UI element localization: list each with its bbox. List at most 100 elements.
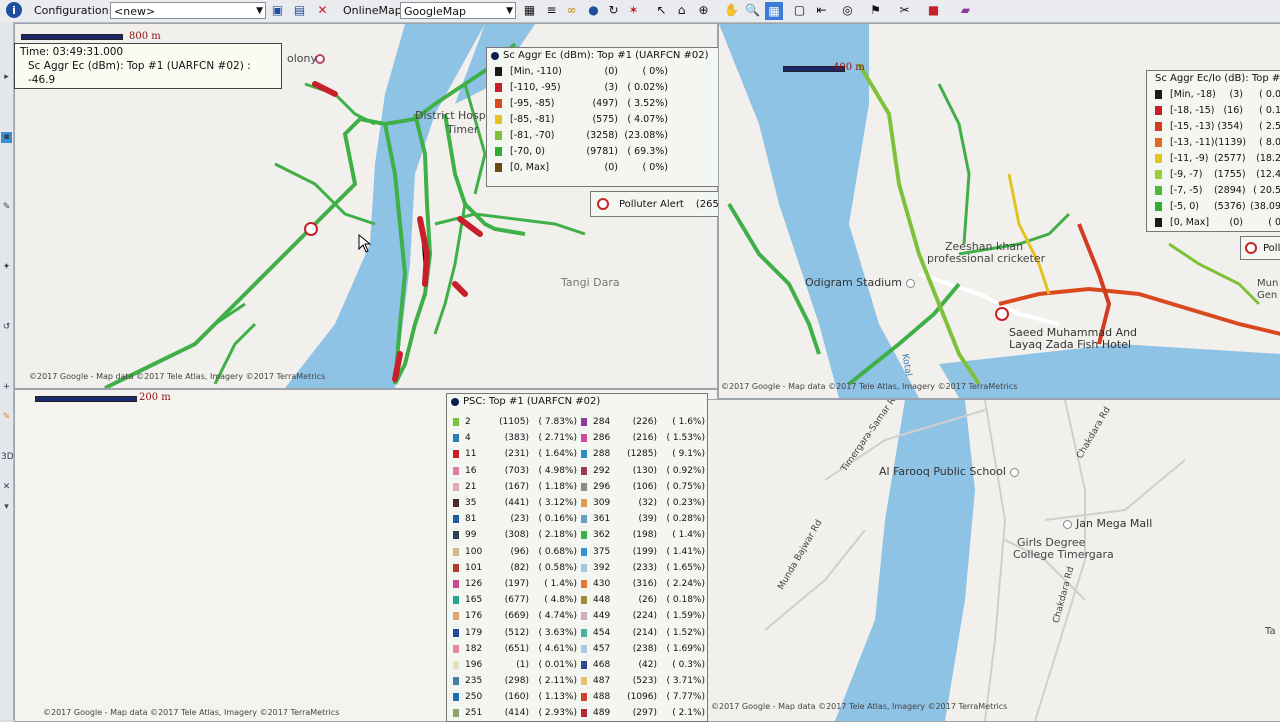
tool-icon[interactable]: ✦	[1, 262, 12, 273]
psc-row: 182(651)( 4.61%)	[453, 641, 577, 657]
legend-swatch	[453, 450, 459, 458]
globe-icon[interactable]: ●	[586, 3, 601, 18]
psc-percent: ( 1.18%)	[529, 482, 577, 492]
psc-value: 392	[593, 563, 621, 573]
psc-count: (238)	[621, 644, 657, 654]
psc-count: (39)	[621, 514, 657, 524]
refresh-icon[interactable]: ↻	[606, 3, 621, 18]
psc-count: (167)	[493, 482, 529, 492]
tools-icon[interactable]: ✂	[897, 3, 912, 18]
psc-row: 296(106)( 0.75%)	[581, 479, 705, 495]
legend-bullet-icon	[451, 398, 459, 406]
psc-count: (106)	[621, 482, 657, 492]
tool-icon[interactable]: ✎	[1, 202, 12, 213]
legend-row: [Min, -18)(3)( 0.0	[1147, 86, 1280, 102]
filter-icon[interactable]: ✶	[626, 3, 641, 18]
legend-header: Sc Aggr Ec/Io (dB): Top #1	[1147, 71, 1280, 86]
configuration-select[interactable]: <new> ▼	[110, 2, 266, 19]
measure-icon[interactable]: ◎	[840, 3, 855, 18]
legend-count: (575)	[568, 114, 618, 125]
pan-hand-icon[interactable]: ✋	[724, 3, 739, 18]
legend-psc[interactable]: PSC: Top #1 (UARFCN #02) 2(1105)( 7.83%)…	[446, 393, 708, 722]
psc-value: 182	[465, 644, 493, 654]
psc-row: 35(441)( 3.12%)	[453, 495, 577, 511]
onlinemap-select[interactable]: GoogleMap ▼	[400, 2, 516, 19]
psc-percent: ( 9.1%)	[657, 449, 705, 459]
legend-swatch	[1155, 106, 1162, 115]
psc-row: 176(669)( 4.74%)	[453, 608, 577, 624]
legend-swatch	[581, 645, 587, 653]
legend-swatch	[453, 434, 459, 442]
psc-percent: ( 2.11%)	[529, 676, 577, 686]
legend-count: (3)	[1217, 89, 1243, 100]
psc-percent: ( 4.98%)	[529, 466, 577, 476]
psc-count: (216)	[621, 433, 657, 443]
home-icon[interactable]: ⌂	[674, 3, 689, 18]
polluter-ring-icon	[597, 198, 609, 210]
legend-swatch	[1155, 170, 1162, 179]
legend-sc-aggr-ecio[interactable]: Sc Aggr Ec/Io (dB): Top #1 [Min, -18)(3)…	[1146, 70, 1280, 232]
legend-percent: ( 3.52%)	[618, 98, 668, 109]
info-icon[interactable]: i	[6, 2, 22, 18]
map-pane-bottom-right[interactable]: Al Farooq Public School Jan Mega Mall Gi…	[704, 399, 1280, 722]
legend-percent: (12.4	[1246, 169, 1280, 180]
tooltip-time: Time: 03:49:31.000	[20, 45, 276, 59]
psc-percent: ( 1.41%)	[657, 547, 705, 557]
book-icon[interactable]: ▰	[958, 3, 973, 18]
tool-icon[interactable]: ▸	[1, 72, 12, 83]
legend-swatch	[495, 131, 502, 140]
delete-icon[interactable]: ✕	[315, 3, 330, 18]
psc-value: 454	[593, 628, 621, 638]
tool-icon[interactable]: +	[1, 382, 12, 393]
polluter-alert-legend[interactable]: Poll	[1240, 236, 1280, 260]
legend-range: [-18, -15)	[1170, 105, 1217, 116]
tool-icon[interactable]: ▾	[1, 502, 12, 513]
legend-swatch	[495, 163, 502, 172]
psc-value: 11	[465, 449, 493, 459]
psc-percent: ( 2.1%)	[657, 708, 705, 718]
psc-count: (224)	[621, 611, 657, 621]
psc-row: 362(198)( 1.4%)	[581, 527, 705, 543]
legend-swatch	[453, 645, 459, 653]
save-as-icon[interactable]: ▤	[292, 3, 307, 18]
legend-sc-aggr-ec[interactable]: Sc Aggr Ec (dBm): Top #1 (UARFCN #02) [M…	[486, 47, 724, 187]
signal-icon[interactable]: ⚑	[868, 3, 883, 18]
tool-icon[interactable]: ↺	[1, 322, 12, 333]
polluter-alert-legend[interactable]: Polluter Alert (265)	[590, 191, 730, 217]
psc-percent: ( 3.71%)	[657, 676, 705, 686]
select-area-icon[interactable]: ▢	[792, 3, 807, 18]
psc-count: (512)	[493, 628, 529, 638]
link-icon[interactable]: ∞	[564, 3, 579, 18]
legend-swatch	[453, 677, 459, 685]
legend-range: [-7, -5)	[1170, 185, 1214, 196]
legend-range: [0, Max]	[1170, 217, 1217, 228]
legend-range: [-9, -7)	[1170, 169, 1214, 180]
toolbox-icon[interactable]: ■	[926, 3, 941, 18]
legend-count: (354)	[1217, 121, 1243, 132]
route-icon[interactable]: ⇤	[814, 3, 829, 18]
poi-icon	[1010, 468, 1019, 477]
legend-range: [-15, -13)	[1170, 121, 1217, 132]
psc-count: (32)	[621, 498, 657, 508]
map-layer-icon[interactable]: ▦	[522, 3, 537, 18]
layers-icon[interactable]: ≡	[544, 3, 559, 18]
save-icon[interactable]: ▣	[270, 3, 285, 18]
pointer-icon[interactable]: ↖	[654, 3, 669, 18]
psc-count: (414)	[493, 708, 529, 718]
psc-row: 292(130)( 0.92%)	[581, 463, 705, 479]
tool-icon[interactable]: ✎	[1, 412, 12, 423]
grid-icon[interactable]: ▦	[765, 2, 783, 20]
legend-range: [-81, -70)	[510, 130, 568, 141]
legend-count: (5376)	[1214, 201, 1246, 212]
psc-column-left: 2(1105)( 7.83%)4(383)( 2.71%)11(231)( 1.…	[453, 414, 577, 722]
psc-percent: ( 1.64%)	[529, 449, 577, 459]
psc-percent: ( 0.23%)	[657, 498, 705, 508]
legend-swatch	[495, 83, 502, 92]
tool-icon[interactable]: ✕	[1, 482, 12, 493]
map-label-tangi-dara: Tangi Dara	[561, 276, 620, 289]
tool-icon[interactable]: ▪	[1, 132, 12, 143]
tool-icon[interactable]: 3D	[1, 452, 12, 463]
zoom-extent-icon[interactable]: ⊕	[696, 3, 711, 18]
legend-swatch	[1155, 90, 1162, 99]
zoom-in-icon[interactable]: 🔍	[745, 3, 760, 18]
